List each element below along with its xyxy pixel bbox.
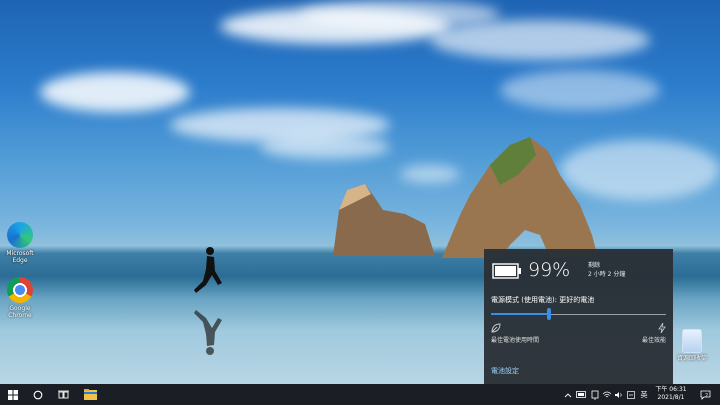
- taskbar: 英 下午 06:31 2021/8/1 2: [0, 384, 720, 405]
- task-view-button[interactable]: [50, 384, 76, 405]
- power-mode-slider[interactable]: [491, 308, 666, 320]
- recycle-bin-icon: [682, 329, 702, 353]
- wifi-icon: [602, 391, 612, 397]
- desktop-icon-chrome[interactable]: Google Chrome: [0, 277, 40, 319]
- best-performance-label: 最佳效能: [641, 337, 666, 344]
- chevron-up-icon: [564, 392, 572, 397]
- battery-large-icon: [492, 263, 521, 279]
- clock-time: 下午 06:31: [655, 386, 687, 393]
- runner-silhouette: [194, 247, 222, 293]
- battery-remaining: 剩餘 2 小時 2 分鐘: [588, 261, 625, 279]
- volume-tray-button[interactable]: [613, 384, 625, 405]
- leaf-icon: [491, 323, 501, 333]
- remaining-label: 剩餘: [588, 262, 601, 269]
- windows-start-icon: [8, 389, 18, 400]
- desktop-icon-recycle-bin[interactable]: 資源回收筒: [672, 329, 712, 362]
- rock-formation-left: [333, 184, 435, 256]
- power-mode-label: 電源模式 (使用電池): 更好的電池: [491, 296, 595, 304]
- clock[interactable]: 下午 06:31 2021/8/1: [651, 386, 691, 402]
- rock-formation-right: [442, 137, 598, 258]
- slider-fill: [491, 313, 549, 315]
- chrome-icon: [7, 277, 33, 303]
- slider-thumb[interactable]: [546, 308, 551, 320]
- wifi-tray-button[interactable]: [601, 384, 613, 405]
- input-indicator-button[interactable]: [625, 384, 637, 405]
- ime-indicator[interactable]: 英: [637, 384, 651, 405]
- best-battery-label: 最佳電池使用時間: [491, 337, 540, 344]
- battery-percent: 99%: [528, 259, 571, 281]
- desktop-icon-label: Microsoft Edge: [6, 250, 34, 264]
- search-button[interactable]: [26, 384, 50, 405]
- runner-reflection: [194, 310, 222, 355]
- clock-date: 2021/8/1: [657, 394, 685, 401]
- speaker-icon: [615, 391, 622, 398]
- battery-settings-link[interactable]: 電池設定: [491, 366, 519, 376]
- desktop-icon-label: 資源回收筒: [676, 355, 707, 362]
- desktop-icon-edge[interactable]: Microsoft Edge: [0, 222, 40, 264]
- power-plug-icon: [591, 390, 598, 400]
- battery-flyout: 99% 剩餘 2 小時 2 分鐘 電源模式 (使用電池): 更好的電池 最佳電池…: [484, 249, 673, 384]
- file-explorer-icon: [83, 389, 97, 400]
- desktop-icon-label: Google Chrome: [8, 305, 32, 319]
- edge-icon: [7, 222, 33, 248]
- battery-tray-icon: [575, 391, 586, 398]
- power-tray-button[interactable]: [588, 384, 601, 405]
- notification-count: 2: [705, 393, 709, 399]
- file-explorer-button[interactable]: [78, 384, 102, 405]
- task-view-icon: [57, 390, 69, 398]
- search-circle-icon: [33, 390, 43, 399]
- start-button[interactable]: [0, 384, 26, 405]
- lightning-icon: [658, 323, 666, 333]
- notification-center-button[interactable]: 2: [695, 384, 715, 405]
- battery-tray-button[interactable]: [574, 384, 588, 405]
- remaining-time: 2 小時 2 分鐘: [588, 271, 626, 278]
- tray-overflow-button[interactable]: [562, 384, 574, 405]
- input-indicator-icon: [627, 390, 635, 399]
